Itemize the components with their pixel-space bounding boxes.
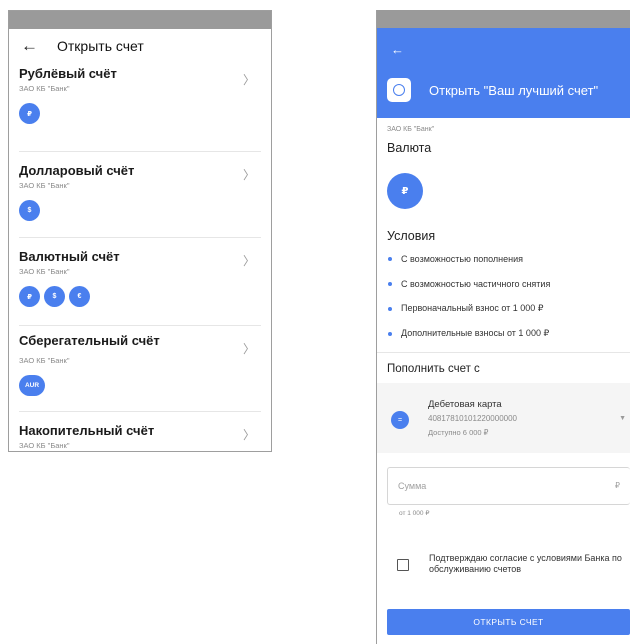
currency-chip-rub[interactable]: ₽ <box>387 173 423 209</box>
condition-item: С возможностью частичного снятия <box>387 271 620 296</box>
amount-currency: ₽ <box>614 481 620 490</box>
condition-item: С возможностью пополнения <box>387 246 620 271</box>
open-account-screen: ← Открыть "Ваш лучший счет" ЗАО КБ "Банк… <box>376 10 630 644</box>
account-item-usd[interactable]: Долларовый счёт ЗАО КБ "Банк" 〉 $ <box>19 152 261 238</box>
account-name: Долларовый счёт <box>19 163 135 178</box>
divider <box>377 352 630 353</box>
form-body: ЗАО КБ "Банк" Валюта ₽ Условия С возможн… <box>377 126 630 635</box>
card-available: Доступно 6 000 ₽ <box>428 428 489 437</box>
page-title: Открыть счет <box>57 38 144 54</box>
account-bank: ЗАО КБ "Банк" <box>19 267 70 276</box>
chevron-right-icon: 〉 <box>242 254 255 268</box>
chevron-right-icon: 〉 <box>242 342 255 356</box>
currency-chip-rub: ₽ <box>19 103 40 124</box>
account-item-accumulative[interactable]: Накопительный счёт ЗАО КБ "Банк" 〉 <box>19 412 261 451</box>
currency-chip-eur: € <box>69 286 90 307</box>
open-account-button[interactable]: ОТКРЫТЬ СЧЕТ <box>387 609 630 635</box>
back-arrow-icon[interactable]: ← <box>391 42 404 57</box>
topup-heading: Пополнить счет с <box>387 363 480 375</box>
account-list: Рублёвый счёт ЗАО КБ "Банк" 〉 ₽ Долларов… <box>9 63 271 451</box>
currency-chips: ₽ <box>19 103 261 124</box>
account-item-rub[interactable]: Рублёвый счёт ЗАО КБ "Банк" 〉 ₽ <box>19 63 261 152</box>
card-name: Дебетовая карта <box>428 399 502 410</box>
account-bank: ЗАО КБ "Банк" <box>19 181 70 190</box>
app-bar: ← Открыть счет <box>9 29 271 63</box>
status-bar <box>377 10 630 28</box>
conditions-list: С возможностью пополнения С возможностью… <box>387 246 620 346</box>
consent-checkbox[interactable] <box>397 559 409 571</box>
consent-row[interactable]: Подтверждаю согласие с условиями Банка п… <box>387 553 622 583</box>
status-bar <box>9 11 271 29</box>
account-name: Накопительный счёт <box>19 423 155 438</box>
consent-label: Подтверждаю согласие с условиями Банка п… <box>429 553 622 574</box>
source-card-select[interactable]: = Дебетовая карта 40817810101220000000 Д… <box>377 383 630 453</box>
currency-chip-rub: ₽ <box>19 286 40 307</box>
bullet-icon <box>388 256 392 261</box>
currency-chips: ₽ $ € <box>19 286 261 307</box>
bullet-icon <box>388 306 392 311</box>
currency-chips: $ <box>19 200 261 221</box>
card-icon: = <box>391 411 409 429</box>
bank-name: ЗАО КБ "Банк" <box>387 126 435 133</box>
account-name: Сберегательный счёт <box>19 333 160 348</box>
account-bank: ЗАО КБ "Банк" <box>19 441 70 450</box>
chevron-right-icon: 〉 <box>242 168 255 182</box>
amount-input[interactable]: Сумма ₽ <box>387 467 630 505</box>
currency-chip-aur: AUR <box>19 375 45 396</box>
currency-chip-usd: $ <box>44 286 65 307</box>
card-number: 40817810101220000000 <box>428 414 517 423</box>
account-name: Рублёвый счёт <box>19 66 117 81</box>
amount-placeholder: Сумма <box>398 481 427 491</box>
conditions-heading: Условия <box>387 229 436 243</box>
currency-chips: AUR <box>19 375 261 396</box>
product-logo-icon <box>387 78 411 102</box>
account-type-screen: ← Открыть счет Рублёвый счёт ЗАО КБ "Бан… <box>8 10 272 452</box>
amount-hint: от 1 000 ₽ <box>399 510 430 517</box>
account-bank: ЗАО КБ "Банк" <box>19 356 70 365</box>
currency-heading: Валюта <box>387 141 432 155</box>
bullet-icon <box>388 281 392 286</box>
chevron-right-icon: 〉 <box>242 428 255 442</box>
account-item-multi[interactable]: Валютный счёт ЗАО КБ "Банк" 〉 ₽ $ € <box>19 238 261 326</box>
back-arrow-icon[interactable]: ← <box>21 36 43 56</box>
condition-item: Дополнительные взносы от 1 000 ₽ <box>387 321 620 346</box>
account-item-savings[interactable]: Сберегательный счёт ЗАО КБ "Банк" 〉 AUR <box>19 326 261 412</box>
account-name: Валютный счёт <box>19 249 120 264</box>
page-title: Открыть "Ваш лучший счет" <box>429 83 599 98</box>
condition-item: Первоначальный взнос от 1 000 ₽ <box>387 296 620 321</box>
app-bar: ← Открыть "Ваш лучший счет" <box>377 28 630 118</box>
account-bank: ЗАО КБ "Банк" <box>19 84 70 93</box>
currency-chip-usd: $ <box>19 200 40 221</box>
dropdown-caret-icon: ▼ <box>619 415 626 422</box>
chevron-right-icon: 〉 <box>242 73 255 87</box>
bullet-icon <box>388 331 392 336</box>
